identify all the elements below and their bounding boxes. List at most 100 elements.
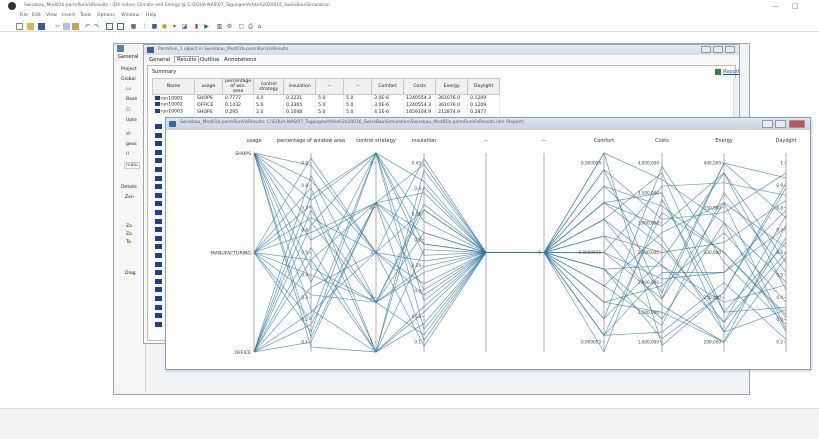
excel-icon[interactable] [715,69,721,75]
settings-icon[interactable]: ⚙ [226,23,233,30]
parmrun-close-button[interactable] [725,46,735,53]
run-row-icon[interactable] [155,287,162,293]
col-comfort[interactable]: Comfort [371,78,405,95]
table-icon[interactable]: ▥ [216,23,223,30]
left-item-w[interactable]: W [126,132,131,137]
col-percentage-win-area[interactable]: percentage of win. area [221,78,255,95]
menu-tools[interactable]: Tools [80,13,91,18]
run-row-icon[interactable] [155,235,162,241]
run-row-icon[interactable] [155,192,162,198]
split-icon[interactable] [117,23,124,30]
tick-label: 1,500,000 [638,310,660,315]
minimize-button[interactable]: — [772,2,779,10]
col-energy[interactable]: Energy [435,78,469,95]
run-row-icon[interactable] [155,124,162,129]
parmrun-minimize-button[interactable] [701,46,711,53]
window-icon[interactable] [106,23,113,30]
run-row-icon[interactable] [155,270,162,276]
menu-window[interactable]: Window [121,13,139,18]
run-row-icon[interactable] [155,261,162,267]
cut-icon[interactable]: ✂ [54,23,61,30]
document-icon[interactable]: ▢ [238,23,245,30]
copy-icon[interactable] [63,23,70,30]
run-row-icon[interactable] [155,244,162,250]
run-row-icon[interactable] [155,313,162,319]
parmrun-maximize-button[interactable] [713,46,723,53]
tree-icon[interactable]: ⋮ [141,23,148,30]
redo-icon[interactable]: ↷ [93,23,100,30]
open-folder-icon[interactable] [27,23,34,30]
report-minimize-button[interactable] [762,120,773,128]
col-dash-2[interactable]: -- [343,78,373,95]
table-row[interactable]: run10002 OFFICE 0.1432 5.0 0.3365 5.0 5.… [152,101,501,109]
run-simulation-icon[interactable]: ▶ [203,23,210,30]
menu-help[interactable]: Help [146,13,156,18]
run-row-icon[interactable] [155,218,162,224]
left-item-geoc[interactable]: geoc [126,142,137,147]
tick-label: SHOPS [235,151,251,157]
left-item-lo[interactable]: Lo [126,87,131,92]
menu-edit[interactable]: Edit [32,13,41,18]
run-row-icon[interactable] [155,253,162,258]
run-row-icon[interactable] [155,149,162,155]
summary-table: Name usage percentage of win. area contr… [152,78,501,116]
col-name[interactable]: Name [152,78,195,95]
col-dash-1[interactable]: -- [315,78,345,95]
undo-icon[interactable]: ↶ [84,23,91,30]
report-close-button[interactable] [789,120,805,128]
grid-icon[interactable]: ▦ [130,23,137,30]
left-item-base[interactable]: Base [126,97,137,102]
run-row-icon[interactable] [155,304,162,310]
report-maximize-button[interactable] [775,120,786,128]
left-item-h[interactable]: H [126,152,129,157]
left-item-cl[interactable]: Cl [126,108,130,113]
run-row-icon[interactable] [155,175,162,181]
col-insulation[interactable]: insulation [283,78,317,95]
building-icon[interactable]: ■ [151,23,158,30]
dropdown-icon[interactable]: ▾ [171,23,178,30]
sun-icon[interactable]: ● [161,23,168,30]
left-item-rvalu[interactable]: rvalu [124,162,140,169]
save-icon[interactable] [38,23,45,30]
table-row[interactable]: run10003 SHOPS 0.295 2.0 0.1048 5.0 5.0 … [152,108,501,116]
col-daylight[interactable]: Daylight [467,78,501,95]
run-row-icon[interactable] [155,296,162,301]
new-file-icon[interactable] [16,23,23,30]
menu-view[interactable]: View [46,13,57,18]
col-usage[interactable]: usage [194,78,223,95]
run-row-icon[interactable] [155,132,162,138]
lock-icon[interactable]: ⌂ [256,23,263,30]
run-row-icon[interactable] [155,167,162,172]
tab-outline[interactable]: Outline [200,57,220,63]
table-scrollbar[interactable] [733,78,739,118]
col-costs[interactable]: Costs [403,78,437,95]
run-row-icon[interactable] [155,158,162,164]
left-item-upte[interactable]: Upte [126,118,137,123]
tab-results[interactable]: Results [174,56,200,63]
table-row[interactable]: run10001 SHOPS 0.7777 4.0 0.2221 5.0 5.0… [152,94,501,102]
paste-icon[interactable] [72,23,79,30]
run-row-icon[interactable] [155,227,162,233]
run-row-icon[interactable] [155,278,162,284]
tab-general[interactable]: General [149,57,170,63]
details-zone-radio[interactable]: Zon [125,195,134,200]
print-icon[interactable]: ⎙ [247,23,254,30]
tab-annotations[interactable]: Annotations [224,57,256,63]
tab-general-left[interactable]: General [118,54,138,60]
menu-insert[interactable]: Insert [62,13,75,18]
run-row-icon[interactable] [155,201,162,207]
plot-icon[interactable]: ◪ [181,23,188,30]
report-link[interactable]: Report [723,69,740,75]
check-total[interactable]: To [126,240,131,245]
run-row-icon[interactable] [155,184,162,190]
run-row-icon[interactable] [155,210,162,215]
run-row-icon[interactable] [155,141,162,147]
check-zone-1[interactable]: Zo [126,224,132,229]
menu-options[interactable]: Options [97,13,115,18]
run-row-icon[interactable] [155,321,162,327]
maximize-button[interactable]: □ [792,2,799,10]
check-zone-2[interactable]: Zo [126,232,132,237]
menu-file[interactable]: File [20,13,28,18]
chart-icon[interactable]: ▮ [193,23,200,30]
col-control-strategy[interactable]: control strategy [253,78,285,95]
